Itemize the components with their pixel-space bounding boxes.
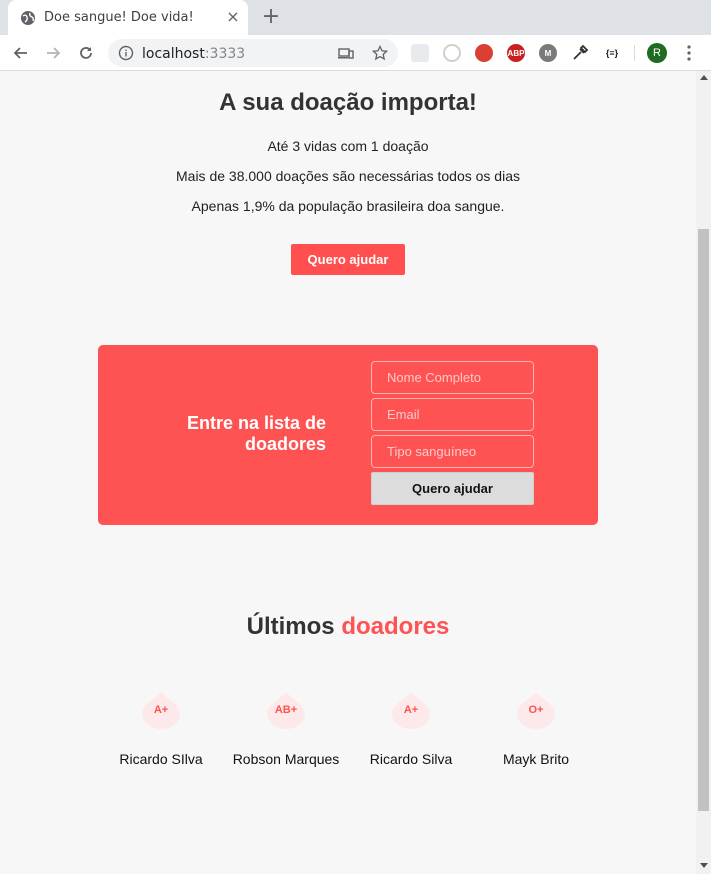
donor-card: A+ Ricardo SIlva	[96, 691, 226, 771]
blood-drop-icon: AB+	[267, 691, 305, 729]
back-icon[interactable]	[8, 40, 34, 66]
close-tab-icon[interactable]: ×	[224, 8, 242, 26]
forward-icon[interactable]	[40, 40, 66, 66]
donor-card: A+ Ricardo Silva	[346, 691, 476, 771]
form-submit-button[interactable]: Quero ajudar	[371, 472, 534, 505]
donor-name: Ricardo Silva	[369, 751, 453, 767]
grid-extension-icon[interactable]	[411, 44, 429, 62]
reload-icon[interactable]	[73, 40, 99, 66]
m-extension-icon[interactable]: M	[539, 44, 557, 62]
profile-avatar[interactable]: R	[647, 43, 667, 63]
donors-title-prefix: Últimos	[246, 613, 335, 640]
blood-drop-icon: A+	[142, 691, 180, 729]
blood-drop-icon: A+	[392, 691, 430, 729]
hero-help-button[interactable]: Quero ajudar	[291, 244, 405, 275]
form-heading: Entre na lista de doadores	[186, 413, 326, 454]
tab-title: Doe sangue! Doe vida!	[44, 10, 194, 25]
donor-name: Mayk Brito	[502, 751, 570, 767]
address-bar[interactable]: localhost:3333	[108, 39, 398, 67]
abp-extension-icon[interactable]: ABP	[507, 44, 525, 62]
blood-type-input[interactable]	[371, 435, 534, 468]
hero-fact-3: Apenas 1,9% da população brasileira doa …	[191, 198, 505, 214]
donor-blood-type: AB+	[274, 704, 298, 716]
page-viewport: A sua doação importa! Até 3 vidas com 1 …	[0, 71, 696, 874]
donors-title-accent: doadores	[341, 613, 450, 640]
url-host: localhost	[142, 46, 205, 62]
browser-tab[interactable]: Doe sangue! Doe vida! ×	[8, 0, 248, 35]
url-text: localhost:3333	[142, 46, 245, 62]
toolbar-separator	[634, 45, 635, 61]
eyedropper-extension-icon[interactable]	[571, 44, 589, 62]
url-port: :3333	[204, 46, 246, 62]
tool-extension-icon[interactable]	[475, 44, 493, 62]
more-menu-icon[interactable]	[682, 43, 696, 63]
globe-icon	[20, 10, 36, 26]
browser-toolbar: localhost:3333 ABP M {≡} R	[0, 35, 711, 71]
donor-card: AB+ Robson Marques	[221, 691, 351, 771]
donor-blood-type: O+	[528, 704, 544, 716]
new-tab-button[interactable]: +	[258, 4, 284, 30]
scroll-up-arrow-icon[interactable]	[700, 75, 708, 80]
donor-name: Ricardo SIlva	[119, 751, 203, 767]
tab-strip: Doe sangue! Doe vida! × +	[0, 0, 711, 35]
hero-title: A sua doação importa!	[219, 89, 477, 116]
donor-blood-type: A+	[403, 704, 419, 716]
scroll-down-arrow-icon[interactable]	[700, 863, 708, 868]
blood-drop-icon: O+	[517, 691, 555, 729]
install-app-icon[interactable]	[338, 45, 354, 61]
hero-fact-1: Até 3 vidas com 1 doação	[267, 138, 429, 154]
donor-blood-type: A+	[153, 704, 169, 716]
timer-extension-icon[interactable]	[443, 44, 461, 62]
name-input[interactable]	[371, 361, 534, 394]
bookmark-star-icon[interactable]	[371, 44, 389, 61]
donors-section-title: Últimos doadores	[0, 613, 696, 641]
json-extension-icon[interactable]: {≡}	[603, 44, 621, 62]
donor-card: O+ Mayk Brito	[471, 691, 601, 771]
info-icon[interactable]	[118, 45, 134, 61]
vertical-scrollbar[interactable]	[696, 71, 711, 874]
hero-fact-2: Mais de 38.000 doações são necessárias t…	[176, 168, 520, 184]
scroll-thumb[interactable]	[698, 229, 709, 811]
donor-name: Robson Marques	[232, 751, 340, 767]
donor-signup-form: Entre na lista de doadores Quero ajudar	[98, 345, 598, 525]
email-input[interactable]	[371, 398, 534, 431]
